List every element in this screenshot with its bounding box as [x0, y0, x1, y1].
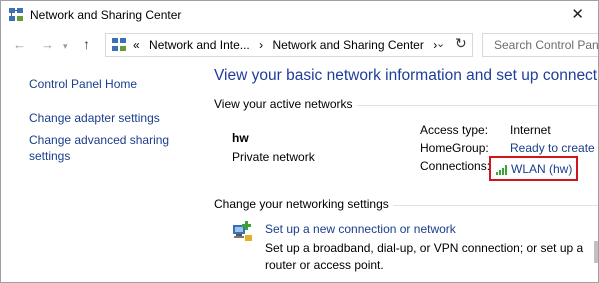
address-bar[interactable]: « Network and Inte... › Network and Shar… [105, 33, 473, 57]
breadcrumb-overflow[interactable]: « [133, 38, 140, 52]
up-button[interactable]: ↑ [83, 36, 90, 52]
window-title: Network and Sharing Center [30, 8, 182, 22]
vertical-scrollbar[interactable] [593, 61, 598, 282]
access-type-label: Access type: [420, 123, 489, 137]
divider [357, 105, 598, 106]
active-networks-header: View your active networks [214, 97, 353, 111]
close-button[interactable]: ✕ [571, 5, 584, 23]
wlan-connection-link[interactable]: WLAN (hw) [511, 162, 572, 176]
breadcrumb-network-sharing-center[interactable]: Network and Sharing Center [272, 38, 423, 52]
setup-description: Set up a broadband, dial-up, or VPN conn… [265, 241, 584, 272]
forward-button[interactable]: → [41, 37, 54, 52]
networking-settings-header: Change your networking settings [214, 197, 389, 211]
search-box[interactable] [482, 33, 598, 57]
change-advanced-sharing-link[interactable]: Change advanced sharing settings [29, 132, 179, 164]
network-type: Private network [232, 150, 315, 164]
breadcrumb-network-and-internet[interactable]: Network and Inte... [149, 38, 250, 52]
new-connection-icon [233, 221, 252, 241]
setup-new-connection-link[interactable]: Set up a new connection or network [265, 222, 456, 236]
address-dropdown-button[interactable]: ⌄ [436, 37, 445, 50]
back-button[interactable]: ← [13, 37, 26, 52]
access-type-value: Internet [510, 123, 551, 137]
title-bar: Network and Sharing Center ✕ [1, 1, 598, 29]
breadcrumb: « Network and Inte... › Network and Shar… [133, 38, 443, 52]
wifi-signal-icon [496, 165, 507, 175]
recent-locations-button[interactable]: ▾ [63, 41, 68, 52]
search-input[interactable] [492, 37, 598, 53]
connections-label: Connections: [420, 159, 491, 173]
homegroup-link[interactable]: Ready to create [510, 141, 595, 155]
divider [393, 205, 598, 206]
navigation-bar: ← → ▾ ↑ « Network and Inte... › Network … [1, 29, 598, 61]
main-content: View your basic network information and … [201, 61, 599, 282]
page-title: View your basic network information and … [214, 67, 599, 84]
window: Network and Sharing Center ✕ ← → ▾ ↑ « N… [0, 0, 599, 283]
wlan-highlight-box: WLAN (hw) [489, 156, 578, 181]
breadcrumb-separator[interactable]: › [259, 38, 263, 52]
control-panel-home-link[interactable]: Control Panel Home [29, 76, 137, 92]
network-center-icon [9, 8, 23, 21]
network-name: hw [232, 131, 249, 145]
change-adapter-settings-link[interactable]: Change adapter settings [29, 110, 160, 126]
refresh-button[interactable]: ↻ [455, 35, 467, 52]
sidebar: Control Panel Home Change adapter settin… [1, 61, 201, 282]
network-center-icon [112, 38, 126, 51]
homegroup-label: HomeGroup: [420, 141, 489, 155]
scrollbar-thumb[interactable] [594, 241, 598, 263]
